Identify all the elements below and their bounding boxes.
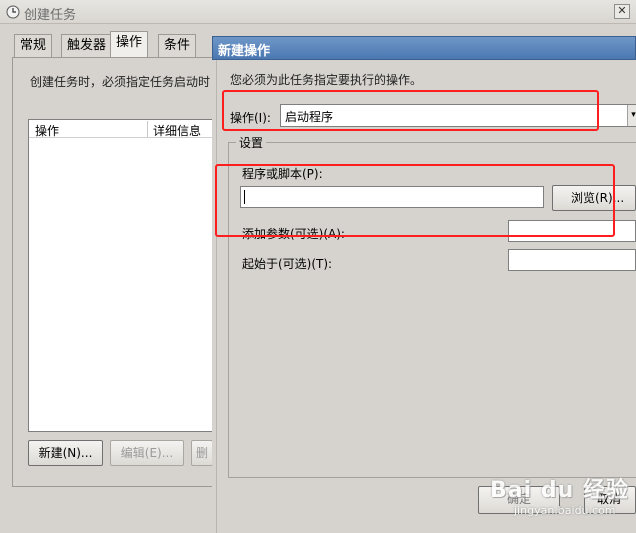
tab-conditions[interactable]: 条件 [158, 34, 197, 57]
actions-list-header: 操作 详细信息 [29, 120, 217, 138]
clock-icon [6, 5, 20, 19]
create-task-titlebar[interactable]: 创建任务 ✕ [0, 0, 636, 24]
create-task-title: 创建任务 [24, 8, 77, 23]
annotation-highlight-action [222, 90, 599, 131]
tab-general[interactable]: 常规 [14, 34, 53, 57]
dialog-description: 您必须为此任务指定要执行的操作。 [230, 73, 423, 87]
start-in-input[interactable] [508, 249, 636, 271]
delete-action-button[interactable]: 删 [191, 440, 213, 466]
annotation-highlight-program [215, 164, 615, 237]
actions-list[interactable]: 操作 详细信息 [28, 119, 218, 432]
column-header-action[interactable]: 操作 [35, 122, 59, 139]
new-action-titlebar[interactable]: 新建操作 [212, 36, 636, 60]
close-icon[interactable]: ✕ [614, 4, 630, 19]
tab-actions[interactable]: 操作 [110, 31, 149, 58]
settings-legend: 设置 [236, 134, 267, 151]
actions-description: 创建任务时，必须指定任务启动时 [30, 75, 211, 89]
baidu-jingyan-watermark: Bai du 经验 jingyan.baidu.com [490, 468, 630, 528]
watermark-url: jingyan.baidu.com [514, 504, 616, 517]
column-header-detail[interactable]: 详细信息 [153, 122, 201, 139]
chevron-down-icon[interactable]: ▾ [627, 105, 636, 126]
new-action-button[interactable]: 新建(N)... [28, 440, 103, 466]
tab-triggers[interactable]: 触发器 [61, 34, 113, 57]
column-divider[interactable] [147, 121, 148, 137]
watermark-brand: Bai du 经验 [490, 478, 629, 503]
edit-action-button[interactable]: 编辑(E)... [110, 440, 184, 466]
start-in-label: 起始于(可选)(T): [242, 257, 333, 271]
dialog-title: 新建操作 [218, 44, 271, 59]
